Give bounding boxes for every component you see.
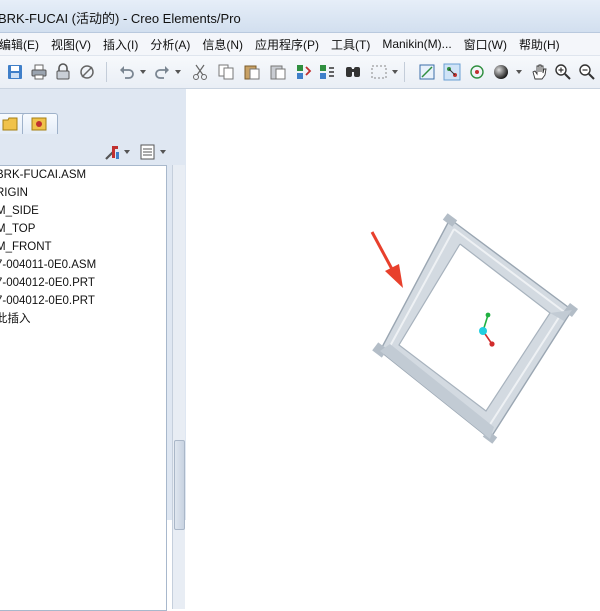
tree-row-top-plane[interactable]: M_TOP bbox=[0, 220, 166, 238]
menu-analysis[interactable]: 分析(A) bbox=[144, 36, 196, 53]
spin-center-icon[interactable] bbox=[443, 63, 461, 81]
graphics-window[interactable] bbox=[186, 89, 600, 520]
menu-tools[interactable]: 工具(T) bbox=[325, 36, 376, 53]
undo-icon[interactable] bbox=[118, 63, 136, 81]
lock-icon[interactable] bbox=[54, 63, 72, 81]
scrollbar-thumb[interactable] bbox=[174, 440, 185, 530]
orient-icon[interactable] bbox=[468, 63, 486, 81]
title-bar: BRK-FUCAI (活动的) - Creo Elements/Pro bbox=[0, 0, 600, 33]
shading-icon[interactable] bbox=[492, 63, 510, 81]
menu-bar: 编辑(E) 视图(V) 插入(I) 分析(A) 信息(N) 应用程序(P) 工具… bbox=[0, 33, 600, 56]
copy-icon[interactable] bbox=[217, 63, 235, 81]
disconnect-icon[interactable] bbox=[78, 63, 96, 81]
zoom-in-icon[interactable] bbox=[554, 63, 572, 81]
regenerate-manager-icon[interactable] bbox=[318, 63, 336, 81]
tree-row-subassembly[interactable]: 7-004011-0E0.ASM bbox=[0, 256, 166, 274]
redo-icon[interactable] bbox=[153, 63, 171, 81]
menu-view[interactable]: 视图(V) bbox=[45, 36, 97, 53]
select-box-icon[interactable] bbox=[370, 63, 388, 81]
main-toolbar bbox=[0, 56, 600, 89]
print-icon[interactable] bbox=[30, 63, 48, 81]
model-tree: BRK-FUCAI.ASM RIGIN M_SIDE M_TOP M_FRONT… bbox=[0, 165, 167, 611]
cut-icon[interactable] bbox=[191, 63, 209, 81]
tree-row-assembly[interactable]: BRK-FUCAI.ASM bbox=[0, 166, 166, 184]
menu-info[interactable]: 信息(N) bbox=[196, 36, 249, 53]
navigator-scrollbar[interactable] bbox=[172, 165, 185, 609]
tree-columns-icon[interactable] bbox=[139, 143, 157, 161]
menu-help[interactable]: 帮助(H) bbox=[513, 36, 566, 53]
tree-row-insert-here[interactable]: 此插入 bbox=[0, 310, 166, 328]
folder-icon bbox=[2, 117, 18, 131]
zoom-out-icon[interactable] bbox=[578, 63, 596, 81]
menu-window[interactable]: 窗口(W) bbox=[458, 36, 513, 53]
paste-icon[interactable] bbox=[243, 63, 261, 81]
navigator-tabs bbox=[0, 111, 186, 135]
pan-hand-icon[interactable] bbox=[530, 63, 548, 81]
navigator-panel: BRK-FUCAI.ASM RIGIN M_SIDE M_TOP M_FRONT… bbox=[0, 89, 187, 611]
menu-edit[interactable]: 编辑(E) bbox=[0, 36, 45, 53]
menu-manikin[interactable]: Manikin(M)... bbox=[376, 37, 457, 51]
repaint-icon[interactable] bbox=[418, 63, 436, 81]
annotation-arrow bbox=[370, 231, 403, 288]
tab-favorites[interactable] bbox=[22, 113, 58, 134]
frame-model[interactable] bbox=[372, 213, 579, 444]
find-icon[interactable] bbox=[344, 63, 362, 81]
tree-row-origin[interactable]: RIGIN bbox=[0, 184, 166, 202]
model-viewport[interactable] bbox=[186, 89, 600, 520]
menu-applications[interactable]: 应用程序(P) bbox=[249, 36, 325, 53]
paste-special-icon[interactable] bbox=[269, 63, 287, 81]
favorites-icon bbox=[31, 117, 47, 131]
regenerate-icon[interactable] bbox=[294, 63, 312, 81]
window-title: BRK-FUCAI (活动的) - Creo Elements/Pro bbox=[0, 11, 241, 26]
save-icon[interactable] bbox=[6, 63, 24, 81]
menu-insert[interactable]: 插入(I) bbox=[97, 36, 144, 53]
tree-row-side-plane[interactable]: M_SIDE bbox=[0, 202, 166, 220]
tree-row-front-plane[interactable]: M_FRONT bbox=[0, 238, 166, 256]
tree-row-part-2[interactable]: 7-004012-0E0.PRT bbox=[0, 292, 166, 310]
tree-row-part-1[interactable]: 7-004012-0E0.PRT bbox=[0, 274, 166, 292]
tree-settings-icon[interactable] bbox=[103, 143, 121, 161]
model-tree-toolbar bbox=[0, 139, 172, 165]
